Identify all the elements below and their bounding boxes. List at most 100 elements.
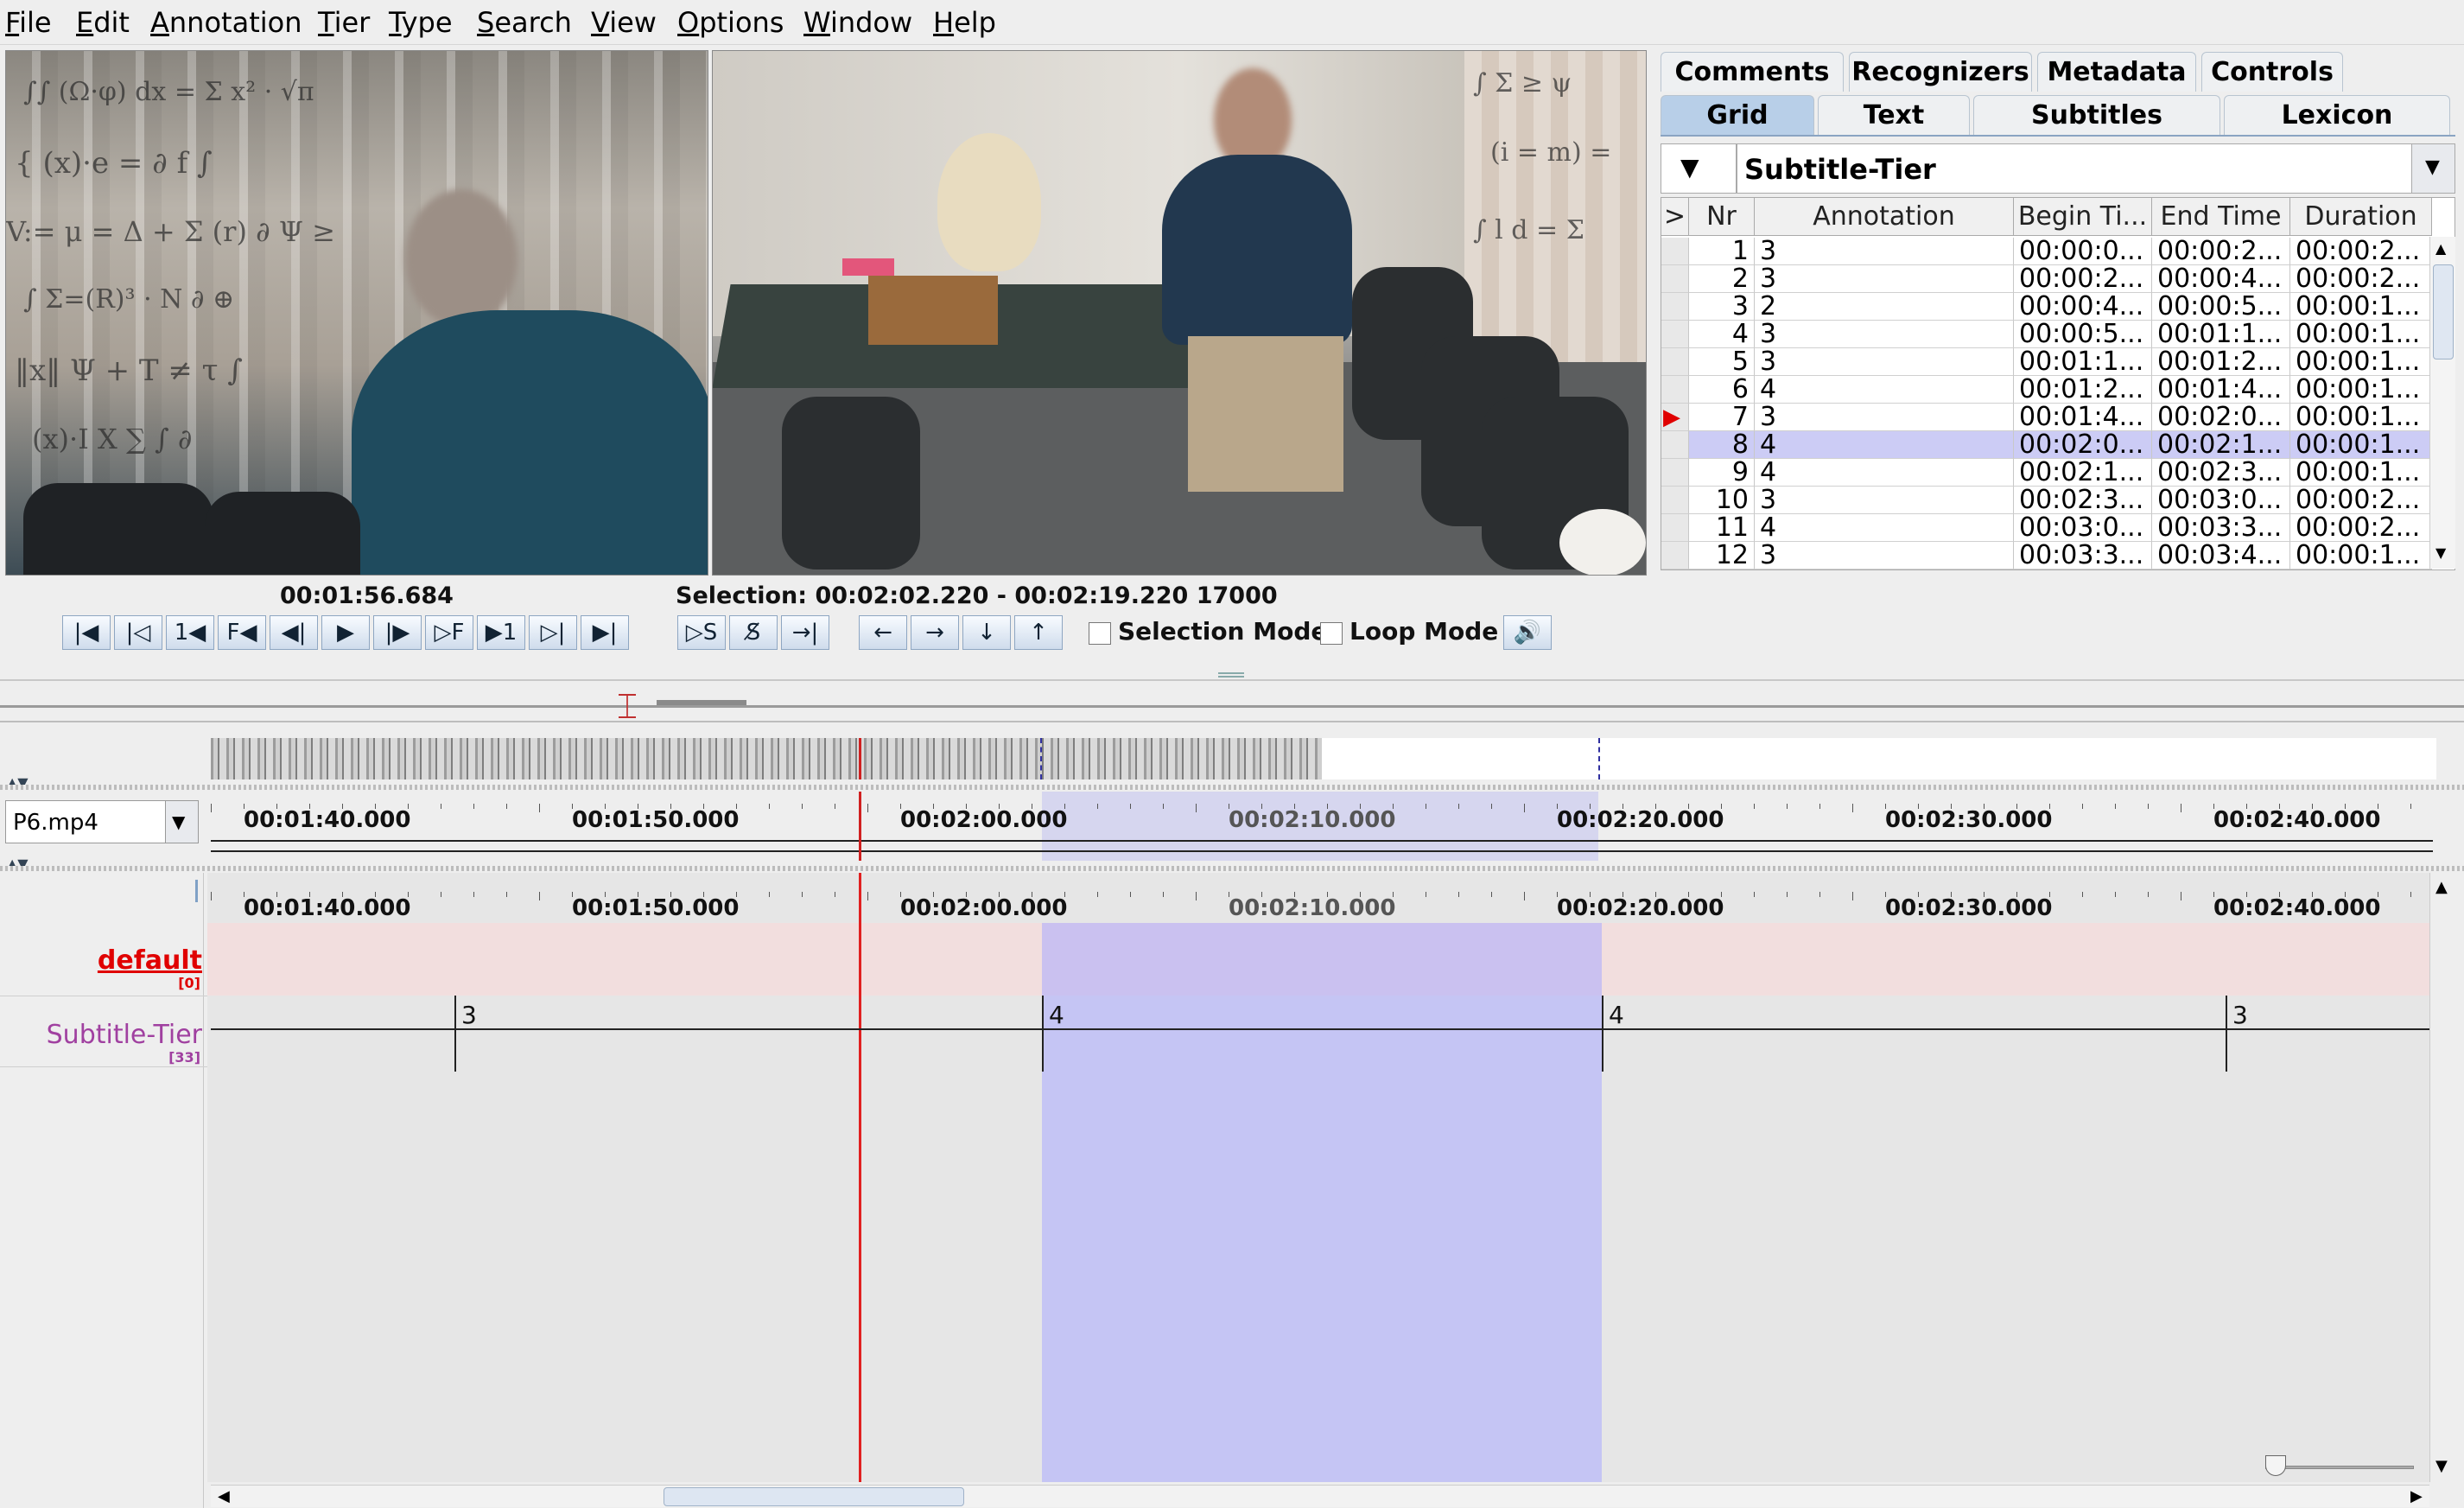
row-marker [1661,376,1689,404]
grid-header-1[interactable]: Nr [1689,198,1755,236]
selection-btn-1[interactable]: S̸ [729,615,778,650]
menu-label: ier [333,6,371,39]
nav-btn-0[interactable]: ← [859,615,907,650]
tab-controls[interactable]: Controls [2201,52,2343,92]
tab-text[interactable]: Text [1818,95,1970,135]
grid-header-3[interactable]: Begin Ti... [2014,198,2152,236]
play-back-selection-button[interactable]: ◀| [270,615,318,650]
grid-scrollbar[interactable]: ▲ ▼ [2429,237,2455,569]
grid-row[interactable]: ▶ 7 3 00:01:4... 00:02:0... 00:00:1... [1661,404,2439,431]
selection-btn-0[interactable]: ▷S [677,615,726,650]
ruler-tick [1557,892,1558,897]
dropdown-left-icon[interactable]: ▼ [1680,153,1699,181]
crosshair [859,873,861,1482]
step-one-second-back-button[interactable]: 1◀ [166,615,214,650]
tier-select[interactable]: ▼ Subtitle-Tier ▼ [1661,143,2455,194]
ruler-tick [473,804,474,809]
loop-mode-checkbox[interactable] [1320,622,1343,645]
chevron-down-icon[interactable]: ▼ [2425,156,2440,178]
grid-row[interactable]: 3 2 00:00:4... 00:00:5... 00:00:1... [1661,293,2439,321]
volume-button[interactable]: 🔊 [1503,615,1552,650]
grid-row[interactable]: 12 3 00:03:3... 00:03:4... 00:00:1... [1661,542,2439,569]
grid-cell-ann: 3 [1755,348,2014,376]
grid-row[interactable]: 6 4 00:01:2... 00:01:4... 00:00:1... [1661,376,2439,404]
annotation-grid[interactable]: > Nr Annotation Begin Ti... End Time Duration… [1661,197,2455,570]
timeline-vertical-scrollbar[interactable]: ▲ ▼ [2429,873,2455,1482]
ruler-tick [2115,892,2116,897]
grid-header-2[interactable]: Annotation [1755,198,2014,236]
subtitle-annotation[interactable]: 4 [1609,1001,1624,1029]
grid-row[interactable]: 11 4 00:03:0... 00:03:3... 00:00:2... [1661,514,2439,542]
split-divider[interactable] [1218,672,1244,678]
menu-mnemonic: S [477,6,495,39]
forward-selection-button[interactable]: |▶ [373,615,422,650]
grid-header-5[interactable]: Duration [2290,198,2432,236]
grid-row[interactable]: 10 3 00:02:3... 00:03:0... 00:00:2... [1661,487,2439,514]
nav-btn-3[interactable]: ↑ [1014,615,1063,650]
menu-window[interactable]: Window [803,7,912,38]
tab-comments[interactable]: Comments [1661,52,1844,92]
ruler-tick [276,892,277,897]
play-button[interactable]: ▶ [321,615,370,650]
grid-row[interactable]: 9 4 00:02:1... 00:02:3... 00:00:1... [1661,459,2439,487]
menu-file[interactable]: File [5,7,52,38]
ruler-tick [2148,804,2149,809]
selection-btn-2[interactable]: →| [781,615,829,650]
chevron-down-icon[interactable]: ▼ [172,811,185,832]
menu-view[interactable]: View [591,7,657,38]
ruler-tick [1458,892,1459,897]
next-frame-button[interactable]: ▷F [425,615,473,650]
tier-label-default[interactable]: default [0,945,202,976]
ruler-tick-label: 00:02:00.000 [900,807,1068,833]
ruler-tick [1491,892,1492,897]
tab-lexicon[interactable]: Lexicon [2224,95,2450,135]
ruler-tick [276,804,277,809]
tab-recognizers[interactable]: Recognizers [1849,52,2032,92]
grid-header-4[interactable]: End Time [2152,198,2290,236]
nav-btn-1[interactable]: → [911,615,959,650]
tab-subtitles[interactable]: Subtitles [1973,95,2220,135]
grid-row[interactable]: 2 3 00:00:2... 00:00:4... 00:00:2... [1661,265,2439,293]
subtitle-annotation[interactable]: 3 [461,1001,477,1029]
grid-row[interactable]: 8 4 00:02:0... 00:02:1... 00:00:1... [1661,431,2439,459]
video-player-1[interactable]: ∫∫ (Ω·φ) dx = Σ x² · √π { (x)·e = ∂ f ∫ … [5,50,708,576]
subtitle-annotation[interactable]: 3 [2232,1001,2248,1029]
grid-header-0[interactable]: > [1661,198,1689,236]
ruler-tick [1097,804,1098,809]
timeline-viewer[interactable]: default [0] Subtitle-Tier [33] ▲ ▼ ◀ ▶ 0… [0,873,2464,1508]
video-player-2[interactable]: ∫ Σ ≥ ψ (i = m) = ∫ l d = Σ [712,50,1647,576]
menu-label: ptions [699,6,784,39]
menu-options[interactable]: Options [677,7,784,38]
go-to-begin-button[interactable]: |◀ [62,615,111,650]
time-slider[interactable]: ⌶ [0,690,2464,724]
ruler-tick [1524,804,1525,812]
slider-caret-icon[interactable]: ⌶ [617,690,638,724]
selection-mode-checkbox[interactable] [1089,622,1111,645]
previous-frame-back-button[interactable]: |◁ [114,615,162,650]
step-one-second-button[interactable]: ▶1 [477,615,525,650]
nav-btn-2[interactable]: ↓ [962,615,1011,650]
ruler-tick [539,892,540,900]
tier-label-subtitle[interactable]: Subtitle-Tier [0,1020,202,1050]
next-frame-forward-button[interactable]: ▷| [529,615,577,650]
menu-help[interactable]: Help [933,7,996,38]
zoom-slider[interactable] [2262,1455,2417,1478]
previous-frame-button[interactable]: F◀ [218,615,266,650]
menu-search[interactable]: Search [477,7,572,38]
go-to-end-button[interactable]: ▶| [581,615,629,650]
timeline-horizontal-scrollbar[interactable]: ◀ ▶ [211,1485,2429,1507]
grid-row[interactable]: 4 3 00:00:5... 00:01:1... 00:00:1... [1661,321,2439,348]
menu-mnemonic: F [5,6,20,39]
subtitle-annotation[interactable]: 4 [1049,1001,1064,1029]
menu-tier[interactable]: Tier [318,7,370,38]
grid-cell-begin: 00:00:2... [2014,265,2152,293]
menu-annotation[interactable]: Annotation [150,7,302,38]
tab-metadata[interactable]: Metadata [2037,52,2196,92]
grid-row[interactable]: 1 3 00:00:0... 00:00:2... 00:00:2... [1661,238,2439,265]
menu-type[interactable]: Type [389,7,453,38]
menu-edit[interactable]: Edit [76,7,130,38]
grid-row[interactable]: 5 3 00:01:1... 00:01:2... 00:00:1... [1661,348,2439,376]
media-file-select[interactable]: P6.mp4 ▼ [5,800,199,843]
tab-grid[interactable]: Grid [1661,95,1814,135]
ruler-tick [375,804,376,809]
